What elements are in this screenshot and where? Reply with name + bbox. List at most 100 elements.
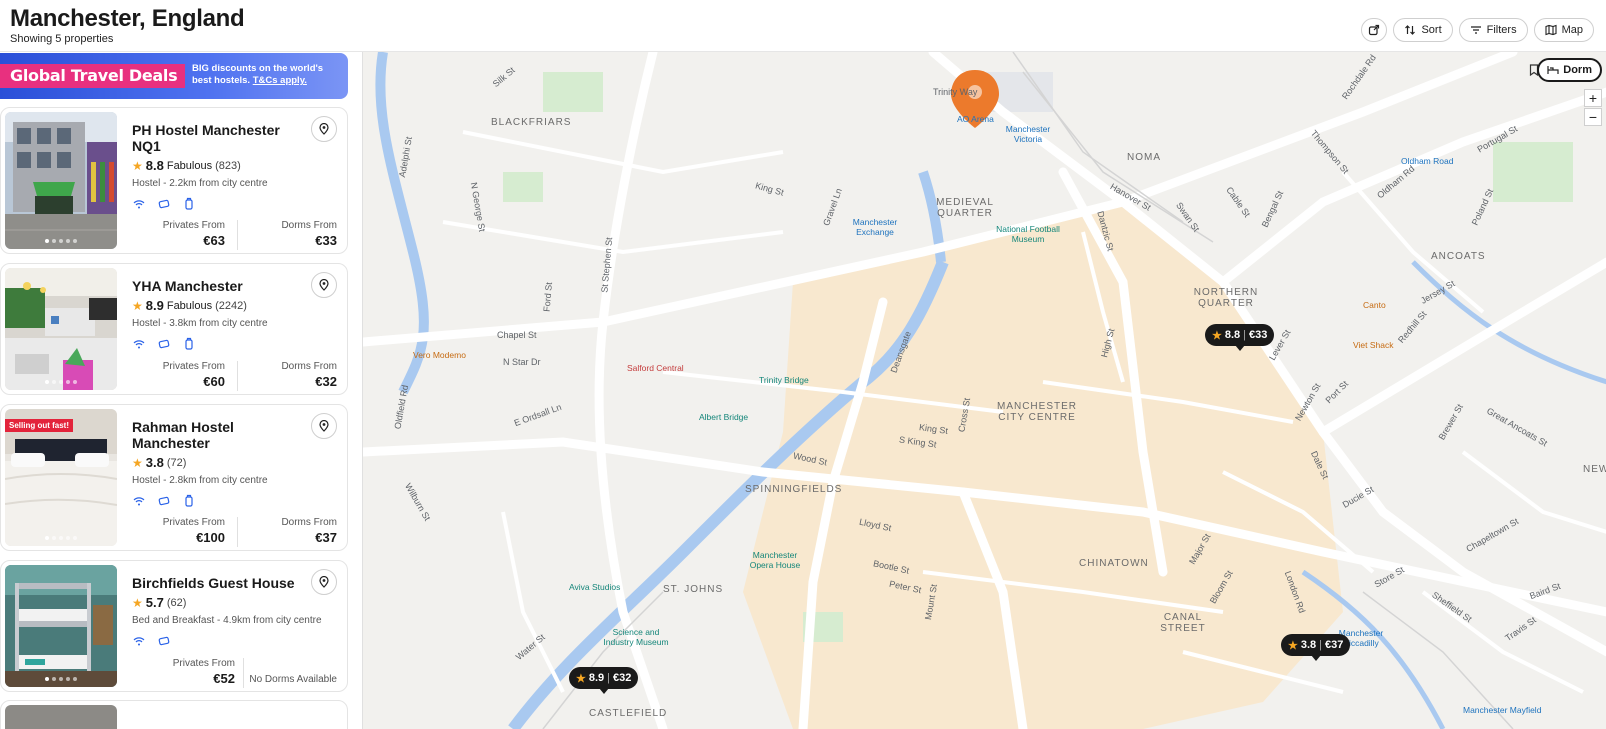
poi-label[interactable]: Manchester Mayfield [1463, 705, 1541, 715]
area-label: NOMA [1127, 152, 1161, 163]
property-photo[interactable] [5, 565, 117, 687]
street-label: Chapel St [497, 330, 537, 340]
star-icon: ★ [132, 298, 143, 313]
page-title: Manchester, England [10, 5, 245, 32]
wifi-icon [133, 497, 145, 506]
dorms-label: Dorms From [281, 517, 337, 528]
poi-label[interactable]: Viet Shack [1353, 340, 1393, 350]
privates-price-block: Privates From €52 [173, 658, 235, 686]
share-button[interactable] [1361, 18, 1388, 42]
property-name[interactable]: YHA Manchester [132, 278, 292, 294]
poi-label[interactable]: AO Arena [957, 114, 994, 124]
pin-score: 3.8 [1300, 639, 1317, 651]
photo-carousel-dots[interactable] [45, 536, 77, 540]
area-label: ST. JOHNS [663, 584, 724, 595]
share-icon [1369, 24, 1380, 36]
review-count: (62) [166, 596, 187, 609]
property-card[interactable]: Birchfields Guest House ★ 5.7 (62) Bed a… [0, 560, 348, 692]
area-label: SPINNINGFIELDS [745, 484, 843, 495]
poi-label[interactable]: Aviva Studios [569, 582, 620, 592]
linen-icon [158, 199, 170, 209]
property-photo[interactable] [5, 705, 117, 729]
rating-row: ★ 5.7 (62) [132, 595, 186, 610]
privates-price-block: Privates From €60 [163, 361, 225, 389]
zoom-out-button[interactable]: − [1584, 108, 1602, 126]
promo-banner[interactable]: Global Travel Deals BIG discounts on the… [0, 53, 348, 99]
pin-score: 8.9 [588, 672, 605, 684]
property-photo[interactable] [5, 268, 117, 390]
map-price-pin[interactable]: ★ 8.8 | €33 [1205, 324, 1275, 351]
toolbar: Sort Filters Map [1361, 18, 1594, 42]
map-pin-icon [319, 123, 329, 135]
promo-banner-text: BIG discounts on the world's best hostel… [192, 63, 332, 87]
area-label: MEDIEVAL QUARTER [936, 197, 994, 219]
review-count: (72) [166, 456, 187, 469]
poi-label[interactable]: Vero Modemo [413, 350, 466, 360]
property-card[interactable]: YHA Manchester ★ 8.9 Fabulous (2242) Hos… [0, 263, 348, 395]
area-label: NEW ISLIN [1583, 464, 1606, 475]
poi-label[interactable]: Science and Industry Museum [601, 627, 671, 647]
review-count: (823) [215, 159, 241, 172]
filters-button[interactable]: Filters [1458, 18, 1528, 42]
rating-row: ★ 8.8 Fabulous (823) [132, 158, 241, 173]
property-name[interactable]: Birchfields Guest House [132, 575, 312, 591]
map-canvas[interactable] [363, 52, 1606, 729]
linen-icon [158, 496, 170, 506]
rating-word: Fabulous [166, 299, 213, 312]
sort-button[interactable]: Sort [1393, 18, 1453, 42]
poi-label[interactable]: National Football Museum [993, 224, 1063, 244]
promo-terms-link[interactable]: T&Cs apply. [253, 75, 307, 86]
property-description: Bed and Breakfast - 4.9km from city cent… [132, 615, 322, 626]
photo-carousel-dots[interactable] [45, 239, 77, 243]
show-on-map-button[interactable] [311, 413, 337, 439]
review-count: (2242) [215, 299, 247, 312]
poi-label[interactable]: Albert Bridge [699, 412, 748, 422]
zoom-in-button[interactable]: + [1584, 89, 1602, 107]
map-button[interactable]: Map [1533, 18, 1594, 42]
locker-icon [185, 197, 193, 210]
amenities [132, 337, 196, 351]
property-card[interactable]: PH Hostel Manchester NQ1 ★ 8.8 Fabulous … [0, 107, 348, 254]
selling-out-badge: Selling out fast! [5, 419, 73, 432]
area-label: ANCOATS [1431, 251, 1486, 262]
property-name[interactable]: Rahman Hostel Manchester [132, 419, 292, 451]
poi-label[interactable]: Manchester Opera House [745, 550, 805, 570]
property-name[interactable]: PH Hostel Manchester NQ1 [132, 122, 292, 154]
dorms-price: €33 [315, 233, 337, 248]
property-photo[interactable]: Selling out fast! [5, 409, 117, 546]
map-price-pin[interactable]: ★ 8.9 | €32 [569, 667, 639, 694]
property-card[interactable] [0, 700, 348, 729]
property-photo[interactable] [5, 112, 117, 249]
property-card[interactable]: Selling out fast! Rahman Hostel Manchest… [0, 404, 348, 551]
property-description: Hostel - 3.8km from city centre [132, 318, 268, 329]
header: Manchester, England Showing 5 properties… [0, 0, 1606, 52]
poi-label[interactable]: Manchester Exchange [845, 217, 905, 237]
bed-icon [1547, 66, 1559, 74]
poi-label[interactable]: Trinity Bridge [759, 375, 809, 385]
filters-label: Filters [1486, 24, 1517, 36]
rating-row: ★ 8.9 Fabulous (2242) [132, 298, 247, 313]
poi-label[interactable]: Manchester Victoria [1003, 124, 1053, 144]
map-view[interactable]: BLACKFRIARS NOMA MEDIEVAL QUARTER NORTHE… [362, 52, 1606, 729]
map-price-pin[interactable]: ★ 3.8 | €37 [1281, 634, 1351, 661]
no-dorms-text: No Dorms Available [249, 674, 337, 685]
dorms-label: Dorms From [281, 220, 337, 231]
poi-label[interactable]: Salford Central [627, 363, 684, 373]
results-list: Global Travel Deals BIG discounts on the… [0, 52, 354, 729]
pin-score: 8.8 [1224, 329, 1241, 341]
photo-carousel-dots[interactable] [45, 677, 77, 681]
dorms-price-block: Dorms From €33 [281, 220, 337, 248]
show-on-map-button[interactable] [311, 272, 337, 298]
star-icon: ★ [1288, 639, 1298, 652]
area-label: CASTLEFIELD [589, 708, 668, 719]
photo-carousel-dots[interactable] [45, 380, 77, 384]
show-on-map-button[interactable] [311, 569, 337, 595]
price-divider [237, 517, 238, 547]
pin-price: €32 [613, 672, 632, 684]
show-on-map-button[interactable] [311, 116, 337, 142]
map-pin-icon [319, 420, 329, 432]
sort-icon [1405, 25, 1416, 35]
poi-label[interactable]: Canto [1363, 300, 1386, 310]
property-description: Hostel - 2.8km from city centre [132, 475, 268, 486]
dorm-toggle[interactable]: Dorm [1537, 58, 1602, 82]
